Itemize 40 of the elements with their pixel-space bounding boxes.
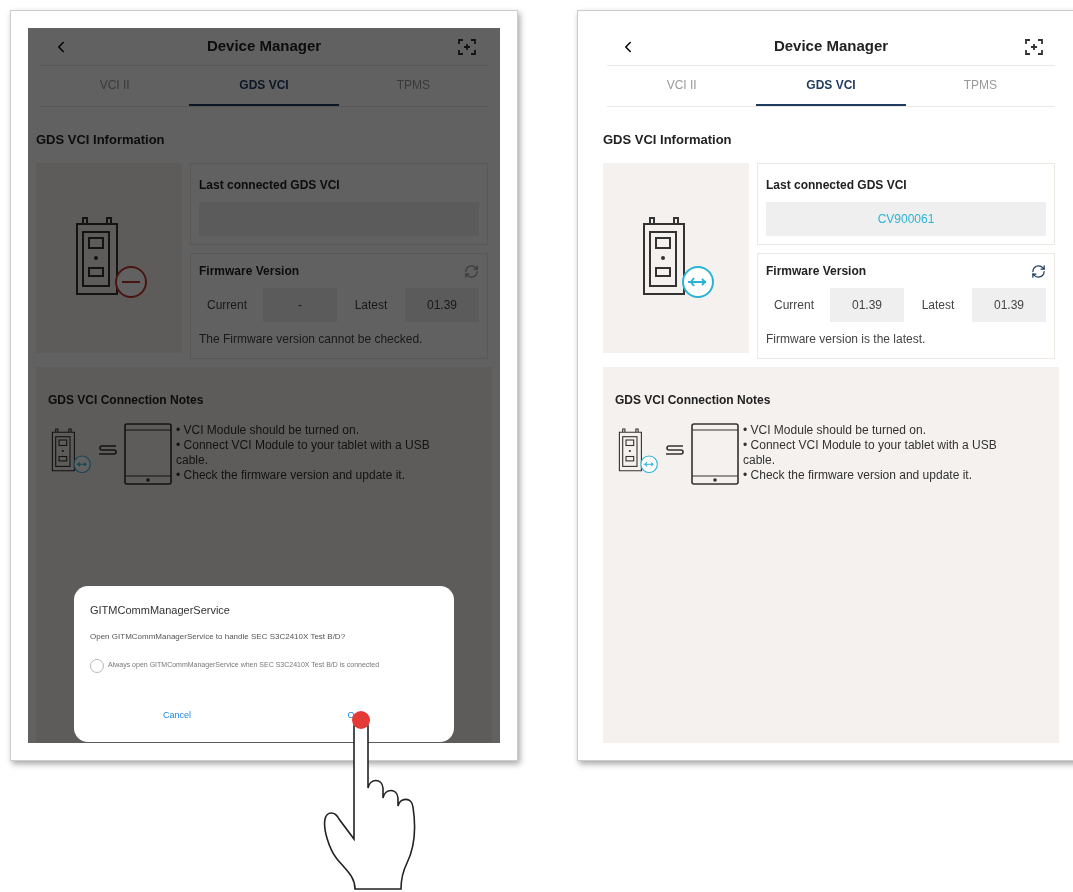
field-label: Current xyxy=(206,297,248,314)
note-text: • Check the firmware version and update it. xyxy=(743,468,973,483)
version-value: - xyxy=(263,288,337,322)
note-text: • Check the firmware version and update it. xyxy=(176,468,406,483)
tablet-icon xyxy=(124,423,172,485)
screen-title: Device Manager xyxy=(206,36,322,57)
field-label: Latest xyxy=(353,297,389,314)
field-label: Current xyxy=(773,297,815,314)
card-title: Firmware Version xyxy=(766,263,867,280)
version-value: 01.39 xyxy=(405,288,479,322)
device-id-field: CV900061 xyxy=(766,202,1046,236)
section-title: GDS VCI Information xyxy=(36,131,165,149)
note-text: • VCI Module should be turned on. xyxy=(176,423,360,438)
section-title: GDS VCI Connection Notes xyxy=(615,392,771,409)
note-text: • Connect VCI Module to your tablet with a USB cable. xyxy=(176,438,431,468)
cable-icon xyxy=(96,443,120,457)
dialog-message: Open GITMCommManagerService to handle SEC S3C2410X Test B/D? xyxy=(90,630,347,643)
note-text: • VCI Module should be turned on. xyxy=(743,423,927,438)
section-title: GDS VCI Connection Notes xyxy=(48,392,204,409)
section-title: GDS VCI Information xyxy=(603,131,732,149)
tablet-icon xyxy=(691,423,739,485)
refresh-icon[interactable] xyxy=(1031,263,1046,279)
card-title: Firmware Version xyxy=(199,263,300,280)
tab[interactable]: VCI II xyxy=(607,66,757,106)
card-title: Last connected GDS VCI xyxy=(766,177,907,194)
card-title: Last connected GDS VCI xyxy=(199,177,340,194)
field-label: Latest xyxy=(920,297,956,314)
version-value: 01.39 xyxy=(830,288,904,322)
cable-icon xyxy=(663,443,687,457)
tab[interactable]: GDS VCI xyxy=(189,66,339,106)
firmware-status: The Firmware version cannot be checked. xyxy=(199,331,423,348)
screen-title: Device Manager xyxy=(773,36,889,57)
tab[interactable]: GDS VCI xyxy=(756,66,906,106)
note-text: • Connect VCI Module to your tablet with a USB cable. xyxy=(743,438,998,468)
tab[interactable]: TPMS xyxy=(905,66,1055,106)
version-value: 01.39 xyxy=(972,288,1046,322)
dialog-title: GITMCommManagerService xyxy=(90,603,231,618)
dialog-button[interactable]: Cancel xyxy=(90,708,264,722)
add-device-icon[interactable] xyxy=(1025,38,1043,55)
firmware-status: Firmware version is the latest. xyxy=(766,331,926,348)
